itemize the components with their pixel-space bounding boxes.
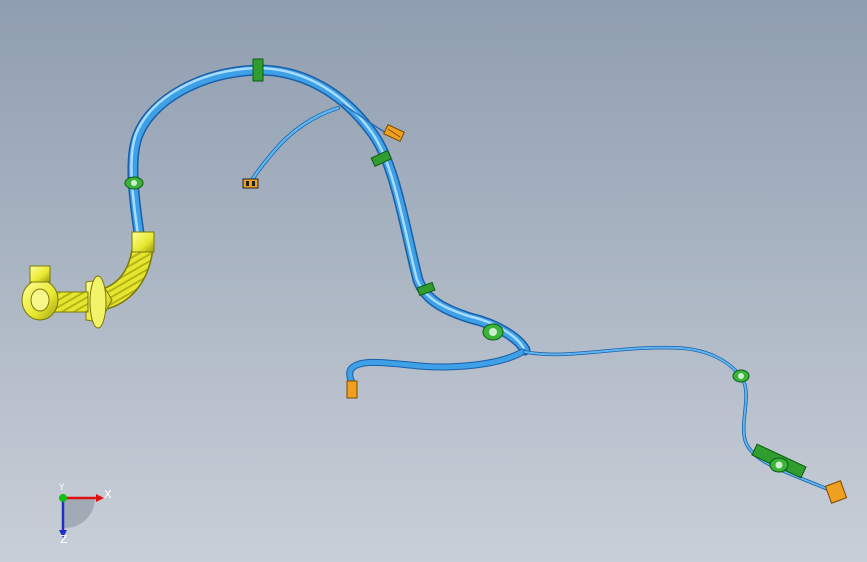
y-axis-dot — [59, 494, 67, 502]
corrugated-conduit[interactable] — [97, 231, 155, 311]
clip-right[interactable] — [732, 369, 750, 383]
clip-left[interactable] — [124, 176, 144, 190]
clip-top[interactable] — [252, 58, 264, 82]
x-axis-label: X — [104, 488, 112, 501]
z-axis-label: Z — [60, 533, 68, 546]
y-axis-label: Y — [59, 483, 65, 493]
connector-small-left[interactable] — [242, 178, 259, 189]
connector-lower-left[interactable] — [346, 380, 358, 399]
branch-cable-upper[interactable] — [248, 106, 340, 185]
connector-right-end[interactable] — [824, 480, 848, 504]
connector-top[interactable] — [383, 124, 405, 142]
clip-right-bracket[interactable] — [751, 443, 807, 479]
cad-viewport[interactable]: X Y Z — [0, 0, 867, 562]
branch-cable-lower-left[interactable] — [346, 348, 526, 387]
harness-model[interactable] — [0, 0, 867, 562]
coordinate-triad — [59, 494, 104, 538]
grommet[interactable] — [21, 265, 113, 329]
clip-junction[interactable] — [482, 323, 504, 341]
